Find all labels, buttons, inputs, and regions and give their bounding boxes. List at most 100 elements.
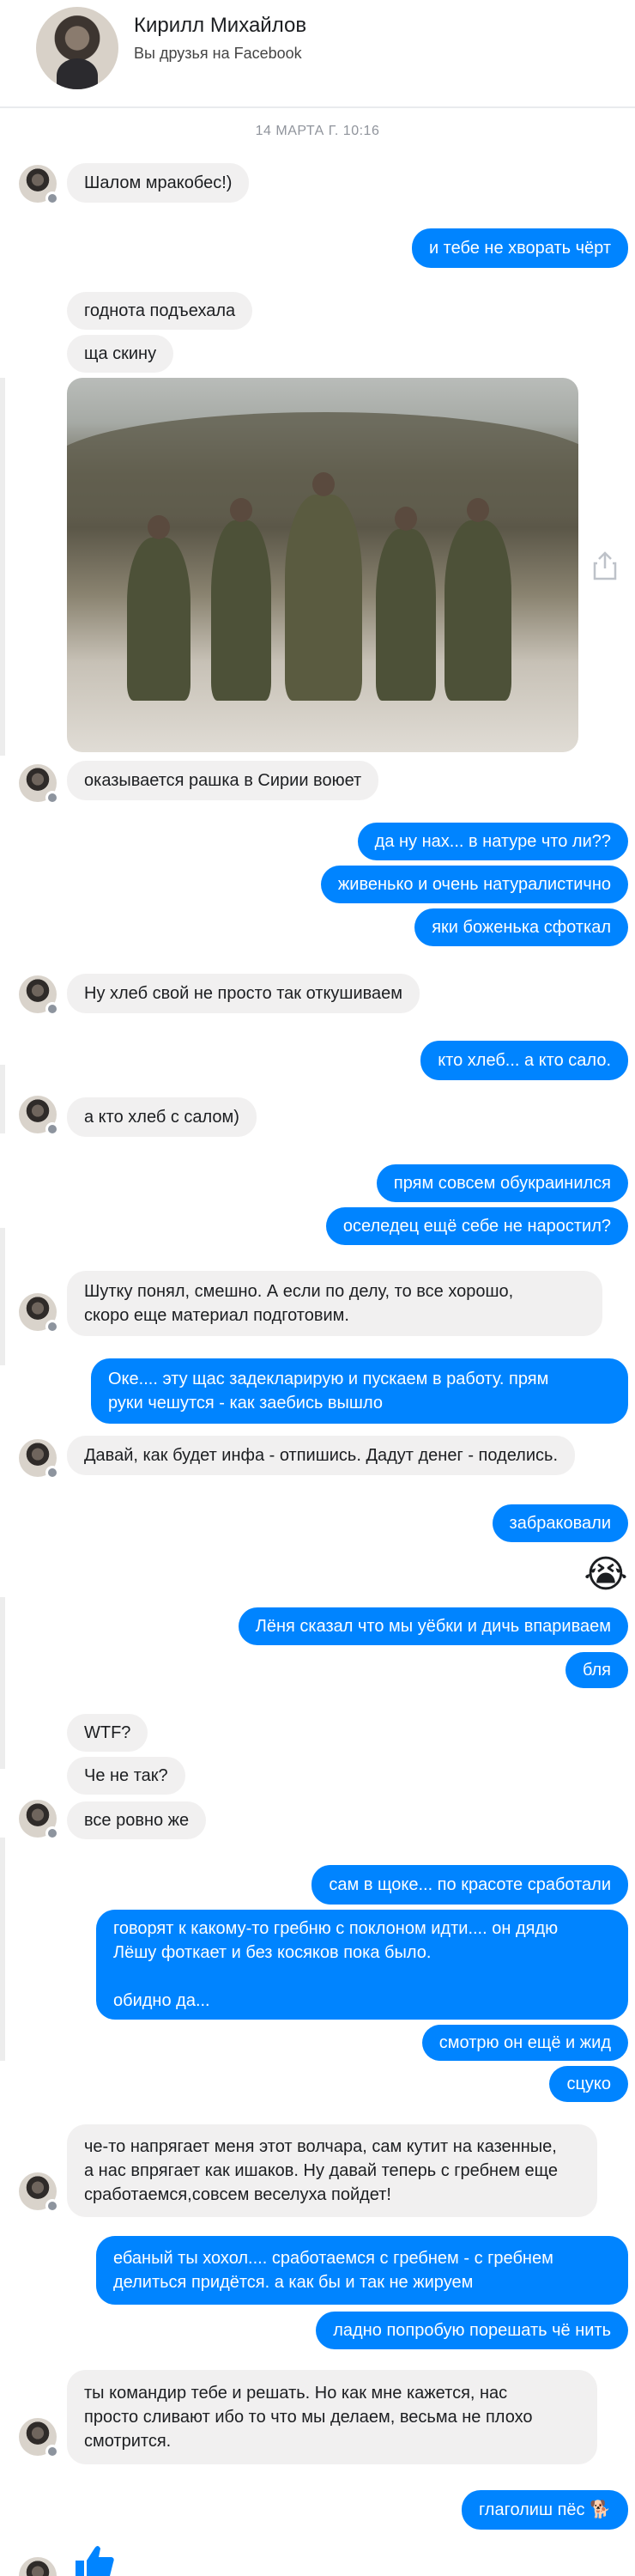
message-text: все ровно же [84,1811,190,1830]
message-bubble-in[interactable]: ща скину [67,335,174,373]
message-text: оселедец ещё себе не наростил? [342,1217,611,1236]
message-bubble-in[interactable]: а кто хлеб с салом) [67,1097,257,1137]
message-text: Че не так? [84,1766,168,1785]
message-bubble-in[interactable]: ты командир тебе и решать. Но как мне ка… [67,2370,597,2464]
message-bubble-in[interactable]: Че не так? [67,1757,185,1795]
messenger-badge-icon [45,2445,59,2458]
message-bubble-out[interactable]: и тебе не хворать чёрт [411,228,628,268]
message-text: да ну нах... в натуре что ли?? [374,832,611,851]
message-bubble-out[interactable]: смотрю он ещё и жид [421,2025,628,2061]
share-icon[interactable] [592,551,618,580]
sender-avatar[interactable] [19,975,59,1016]
message-text: Шалом мракобес!) [84,173,233,192]
message-bubble-out[interactable]: Лёня сказал что мы уёбки и дичь впаривае… [238,1607,628,1645]
sender-avatar[interactable] [19,1096,59,1136]
photo-figure [211,498,271,701]
message-bubble-out[interactable]: кто хлеб... а кто сало. [420,1041,628,1080]
gutter-rule [0,1065,5,1133]
gutter-rule [0,1597,5,1769]
message-bubble-out[interactable]: сам в щоке... по красоте сработали [311,1865,628,1905]
message-bubble-in[interactable]: че-то напрягает меня этот волчара, сам к… [67,2124,597,2217]
crying-face-emoji[interactable]: 😭 [584,1552,628,1597]
message-text: сработаемся,совсем веселуха пойдет! [84,2185,391,2204]
message-bubble-in[interactable]: годнота подъехала [67,292,253,330]
message-text [113,1965,558,1989]
message-text: кто хлеб... а кто сало. [438,1051,611,1070]
messenger-badge-icon [45,1002,59,1016]
message-text: просто сливают ибо то что мы делаем, вес… [84,2408,533,2427]
sender-avatar[interactable] [19,764,59,805]
message-text: Оке.... эту щас задекларирую и пускаем в… [108,1370,549,1388]
sender-avatar[interactable] [19,1439,59,1479]
message-text: делиться придётся. а как бы и так не жир… [113,2273,474,2292]
message-bubble-out[interactable]: ебаный ты хохол.... сработаемся с гребне… [96,2236,628,2305]
message-bubble-in[interactable]: оказывается рашка в Сирии воюет [67,761,379,800]
message-text: че-то напрягает меня этот волчара, сам к… [84,2137,557,2156]
gutter-rule [0,1228,5,1365]
message-text: скоро еще материал подготовим. [84,1306,349,1325]
sender-avatar[interactable] [19,165,59,205]
message-bubble-in[interactable]: все ровно же [67,1801,207,1839]
message-bubble-out[interactable]: бля [565,1652,628,1688]
message-bubble-out[interactable]: забраковали [492,1504,628,1542]
message-text: сам в щоке... по красоте сработали [329,1875,611,1894]
message-text: Лёшу фоткает и без косяков пока было. [113,1943,432,1962]
sender-avatar[interactable] [19,2557,57,2576]
message-text: яки боженька сфоткал [432,918,611,937]
message-bubble-out[interactable]: оселедец ещё себе не наростил? [325,1207,628,1245]
message-bubble-out[interactable]: яки боженька сфоткал [414,908,628,946]
message-text: Ну хлеб свой не просто так откушиваем [84,984,403,1003]
thumbs-up-icon[interactable] [72,2543,115,2576]
message-text: забраковали [509,1514,611,1533]
message-bubble-out[interactable]: говорят к какому-то гребню с поклоном ид… [96,1910,628,2020]
message-text: оказывается рашка в Сирии воюет [84,771,362,790]
sender-avatar[interactable] [19,2418,59,2458]
photo-figure [285,472,362,701]
message-bubble-in[interactable]: Шутку понял, смешно. А если по делу, то … [67,1271,602,1336]
message-text: и тебе не хворать чёрт [428,239,611,258]
message-bubble-in[interactable]: Ну хлеб свой не просто так откушиваем [67,974,420,1013]
message-text: Шутку понял, смешно. А если по делу, то … [84,1282,514,1301]
message-bubble-in[interactable]: Шалом мракобес!) [67,163,250,203]
photo-figure [444,498,511,701]
photo-figure [127,515,190,701]
message-bubble-out[interactable]: сцуко [549,2066,628,2102]
messenger-badge-icon [45,1320,59,1334]
message-text: Лёня сказал что мы уёбки и дичь впаривае… [255,1617,611,1636]
photo-attachment[interactable] [67,378,578,752]
message-text: руки чешутся - как заебись вышло [108,1394,383,1413]
contact-name[interactable]: Кирилл Михайлов [134,14,306,38]
message-bubble-out[interactable]: живенько и очень натуралистично [320,866,628,903]
sender-avatar[interactable] [19,1800,59,1840]
gutter-rule [0,1838,5,2061]
message-text: ща скину [84,344,157,363]
message-text: а нас впрягает как ишаков. Ну давай тепе… [84,2161,558,2180]
photo-figure [376,507,436,701]
message-bubble-in[interactable]: WTF? [67,1714,148,1752]
sender-avatar[interactable] [19,1293,59,1334]
message-bubble-in[interactable]: Давай, как будет инфа - отпишись. Дадут … [67,1436,576,1475]
message-text: живенько и очень натуралистично [337,875,611,894]
message-text: бля [582,1661,611,1680]
message-text: ты командир тебе и решать. Но как мне ка… [84,2384,508,2403]
message-text: глаголиш пёс 🐕 [478,2500,611,2519]
message-bubble-out[interactable]: ладно попробую порешать чё нить [316,2312,628,2349]
messenger-badge-icon [45,191,59,205]
message-text: смотрю он ещё и жид [438,2033,611,2052]
messenger-badge-icon [45,2199,59,2213]
message-text: прям совсем обукраинился [393,1174,611,1193]
messenger-badge-icon [45,1122,59,1136]
messenger-badge-icon [45,1466,59,1479]
message-bubble-out[interactable]: глаголиш пёс 🐕 [461,2490,628,2530]
message-text: смотрится. [84,2432,172,2451]
message-bubble-out[interactable]: Оке.... эту щас задекларирую и пускаем в… [91,1358,628,1424]
header-divider [0,106,635,108]
message-bubble-out[interactable]: прям совсем обукраинился [376,1164,628,1202]
contact-avatar[interactable] [36,7,118,89]
friendship-status: Вы друзья на Facebook [134,45,302,62]
sender-avatar[interactable] [19,2172,59,2213]
message-text: ебаный ты хохол.... сработаемся с гребне… [113,2249,553,2268]
gutter-rule [0,378,5,756]
messenger-badge-icon [45,1826,59,1840]
message-bubble-out[interactable]: да ну нах... в натуре что ли?? [357,823,628,860]
